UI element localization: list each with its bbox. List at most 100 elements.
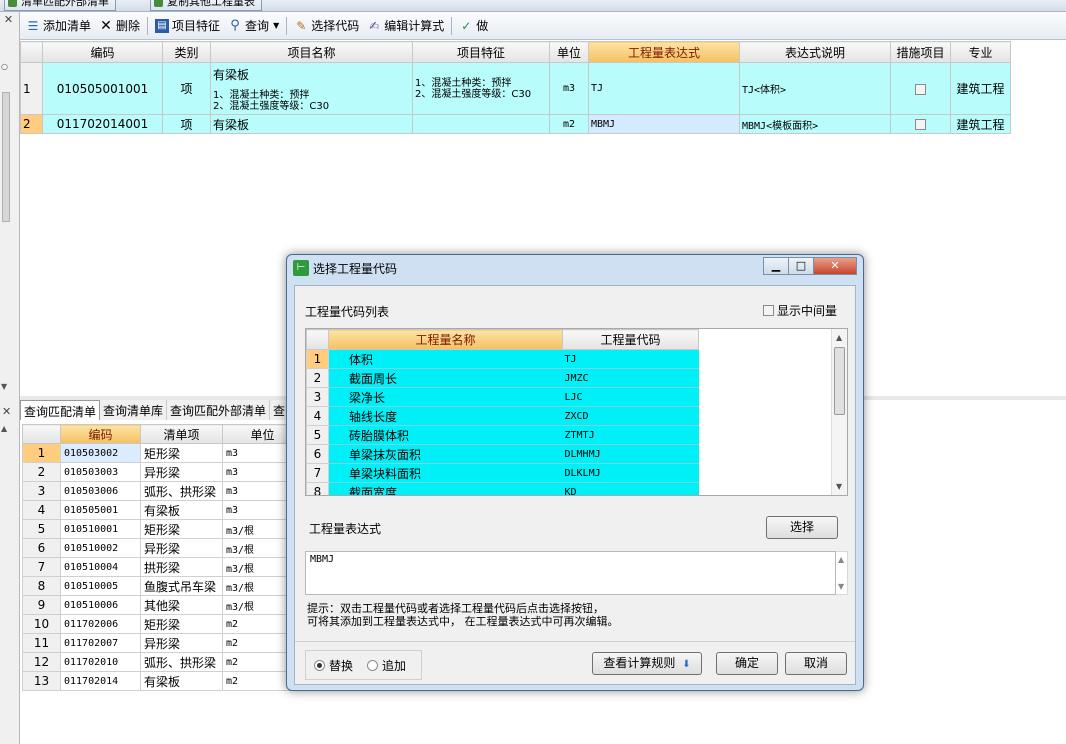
cell-code[interactable]: 010510001	[60, 519, 141, 539]
quantity-code[interactable]: TJ	[562, 349, 699, 369]
select-code-button[interactable]: ✎ 选择代码	[290, 14, 363, 38]
expression-input[interactable]: MBMJ	[305, 551, 836, 595]
cell-code[interactable]: 011702010	[60, 652, 141, 672]
col-header-feature[interactable]: 项目特征	[412, 41, 550, 63]
table-row[interactable]: 8 010510005 鱼腹式吊车梁 m3/根	[22, 576, 303, 596]
append-radio[interactable]: 追加	[367, 657, 406, 674]
row-number[interactable]: 4	[22, 500, 61, 520]
cell-code[interactable]: 010510004	[60, 557, 141, 577]
edit-formula-button[interactable]: ✍ 编辑计算式	[363, 14, 448, 38]
measure-checkbox[interactable]	[915, 83, 926, 95]
cell-code[interactable]: 010505001	[60, 500, 141, 520]
cell-code[interactable]: 010503006	[60, 481, 141, 501]
scroll-down-icon[interactable]: ▼	[836, 482, 842, 491]
cell-expression[interactable]: TJ	[588, 62, 740, 115]
close-icon[interactable]: ✕	[2, 405, 11, 418]
quantity-name[interactable]: 单梁抹灰面积	[328, 444, 563, 464]
row-number[interactable]: 13	[22, 671, 61, 691]
close-icon[interactable]: ✕	[2, 14, 15, 27]
tab-query-list-library[interactable]: 查询清单库	[100, 400, 168, 420]
tab-match-external-list[interactable]: 清单匹配外部清单	[4, 0, 116, 11]
row-number[interactable]: 11	[22, 633, 61, 653]
code-list-scrollbar[interactable]: ▲ ▼	[831, 329, 847, 495]
cell-measure[interactable]	[890, 62, 951, 115]
select-button[interactable]: 选择	[766, 516, 838, 539]
row-number[interactable]: 8	[22, 576, 61, 596]
list-item[interactable]: 6 单梁抹灰面积 DLMHMJ	[306, 444, 699, 464]
table-row[interactable]: 11 011702007 异形梁 m2	[22, 633, 303, 653]
row-number[interactable]: 3	[306, 387, 329, 407]
cell-unit[interactable]: m2	[549, 114, 589, 134]
add-list-button[interactable]: ☰ 添加清单	[22, 14, 95, 38]
quantity-name[interactable]: 截面周长	[328, 368, 563, 388]
tab-query-match-list[interactable]: 查询匹配清单	[20, 400, 101, 420]
row-number[interactable]: 2	[306, 368, 329, 388]
quantity-name[interactable]: 单梁块料面积	[328, 463, 563, 483]
scroll-up-icon[interactable]: ▲	[836, 333, 842, 342]
table-row[interactable]: 12 011702010 弧形、拱形梁 m2	[22, 652, 303, 672]
cell-specialty[interactable]: 建筑工程	[950, 62, 1011, 115]
row-number[interactable]: 7	[306, 463, 329, 483]
dialog-titlebar[interactable]: ⊢ 选择工程量代码 ▁ □ ✕	[287, 255, 863, 281]
cell-item[interactable]: 矩形梁	[140, 443, 223, 463]
col-header-code[interactable]: 编码	[60, 424, 141, 444]
col-header-specialty[interactable]: 专业	[950, 41, 1011, 63]
cell-code[interactable]: 010505001001	[42, 62, 163, 115]
close-button[interactable]: ✕	[813, 257, 857, 275]
col-header-name[interactable]: 项目名称	[210, 41, 413, 63]
table-row[interactable]: 10 011702006 矩形梁 m2	[22, 614, 303, 634]
table-row[interactable]: 6 010510002 异形梁 m3/根	[22, 538, 303, 558]
ok-button[interactable]: 确定	[716, 652, 778, 675]
list-item[interactable]: 1 体积 TJ	[306, 349, 699, 369]
quantity-name[interactable]: 轴线长度	[328, 406, 563, 426]
cell-item[interactable]: 弧形、拱形梁	[140, 481, 223, 501]
cell-category[interactable]: 项	[162, 62, 211, 115]
quantity-code[interactable]: DLMHMJ	[562, 444, 699, 464]
do-button[interactable]: ✓ 做	[455, 14, 492, 38]
item-feature-button[interactable]: ▤ 项目特征	[151, 14, 224, 38]
cell-measure[interactable]	[890, 114, 951, 134]
quantity-name[interactable]: 截面宽度	[328, 482, 563, 495]
cell-item[interactable]: 弧形、拱形梁	[140, 652, 223, 672]
cell-item[interactable]: 有梁板	[140, 500, 223, 520]
table-row[interactable]: 2 010503003 异形梁 m3	[22, 462, 303, 482]
maximize-button[interactable]: □	[788, 257, 814, 275]
quantity-name[interactable]: 梁净长	[328, 387, 563, 407]
cell-code[interactable]: 011702014001	[42, 114, 163, 134]
table-row[interactable]: 1 010505001001 项 有梁板 1、混凝土种类：预拌 2、混凝土强度等…	[20, 62, 1011, 115]
cell-code[interactable]: 011702006	[60, 614, 141, 634]
query-button[interactable]: ⚲ 查询 ▼	[224, 14, 283, 38]
row-number[interactable]: 2	[22, 462, 61, 482]
row-number[interactable]: 2	[20, 114, 43, 134]
scroll-up-icon[interactable]: ▲	[838, 555, 844, 564]
cell-item[interactable]: 矩形梁	[140, 614, 223, 634]
tab-query-external-list[interactable]: 查询匹配外部清单	[167, 400, 271, 420]
row-number[interactable]: 6	[306, 444, 329, 464]
scroll-thumb[interactable]	[834, 347, 845, 415]
cell-code[interactable]: 010503003	[60, 462, 141, 482]
table-row[interactable]: 9 010510006 其他梁 m3/根	[22, 595, 303, 615]
minimize-button[interactable]: ▁	[763, 257, 789, 275]
cell-item[interactable]: 矩形梁	[140, 519, 223, 539]
table-row[interactable]: 13 011702014 有梁板 m2	[22, 671, 303, 691]
col-header-item[interactable]: 清单项	[140, 424, 223, 444]
cell-item[interactable]: 鱼腹式吊车梁	[140, 576, 223, 596]
measure-checkbox[interactable]	[915, 119, 926, 130]
quantity-code[interactable]: KD	[562, 482, 699, 495]
quantity-name[interactable]: 砖胎膜体积	[328, 425, 563, 445]
list-item[interactable]: 7 单梁块料面积 DLKLMJ	[306, 463, 699, 483]
cell-code[interactable]: 010510006	[60, 595, 141, 615]
quantity-code[interactable]: ZTMTJ	[562, 425, 699, 445]
cancel-button[interactable]: 取消	[785, 652, 847, 675]
table-row[interactable]: 5 010510001 矩形梁 m3/根	[22, 519, 303, 539]
row-number[interactable]: 9	[22, 595, 61, 615]
cell-category[interactable]: 项	[162, 114, 211, 134]
delete-button[interactable]: ✕ 删除	[95, 14, 144, 38]
cell-item[interactable]: 异形梁	[140, 538, 223, 558]
scroll-up-icon[interactable]: ▲	[1, 424, 7, 433]
row-number[interactable]: 3	[22, 481, 61, 501]
row-number[interactable]: 5	[306, 425, 329, 445]
cell-name[interactable]: 有梁板	[210, 114, 413, 134]
row-number[interactable]: 6	[22, 538, 61, 558]
list-item[interactable]: 5 砖胎膜体积 ZTMTJ	[306, 425, 699, 445]
